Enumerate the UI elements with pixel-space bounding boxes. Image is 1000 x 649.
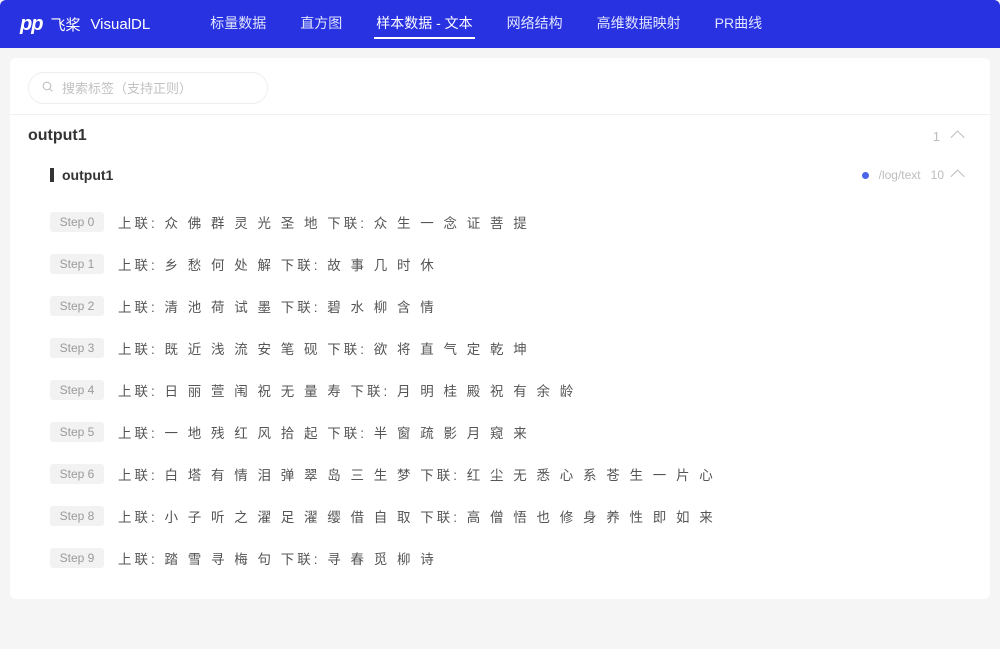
step-row: Step 9 上联: 踏 雪 寻 梅 句 下联: 寻 春 觅 柳 诗	[50, 537, 972, 579]
sub-right: /log/text 10	[862, 168, 964, 182]
step-row: Step 6 上联: 白 塔 有 情 泪 弹 翠 岛 三 生 梦 下联: 红 尘 …	[50, 453, 972, 495]
step-row: Step 0 上联: 众 佛 群 灵 光 圣 地 下联: 众 生 一 念 证 菩 …	[50, 201, 972, 243]
sub-title: output1	[62, 167, 113, 183]
step-badge: Step 6	[50, 464, 104, 484]
step-badge: Step 3	[50, 338, 104, 358]
panel-count: 1	[933, 129, 940, 144]
chevron-up-icon[interactable]	[951, 169, 965, 183]
step-badge: Step 1	[50, 254, 104, 274]
step-text: 上联: 踏 雪 寻 梅 句 下联: 寻 春 觅 柳 诗	[118, 548, 437, 568]
step-row: Step 4 上联: 日 丽 萱 闱 祝 无 量 寿 下联: 月 明 桂 殿 祝 …	[50, 369, 972, 411]
panel-title: output1	[28, 127, 87, 145]
sub-left: output1	[50, 167, 113, 183]
step-badge: Step 9	[50, 548, 104, 568]
step-badge: Step 4	[50, 380, 104, 400]
nav-item-5[interactable]: PR曲线	[713, 9, 764, 39]
main-panel: output1 1 output1 /log/text 10 Step 0 上联:…	[10, 58, 990, 599]
steps-list: Step 0 上联: 众 佛 群 灵 光 圣 地 下联: 众 生 一 念 证 菩 …	[10, 193, 990, 599]
nav-item-4[interactable]: 高维数据映射	[595, 9, 683, 39]
step-text: 上联: 乡 愁 何 处 解 下联: 故 事 几 时 休	[118, 254, 437, 274]
sample-sub-header[interactable]: output1 /log/text 10	[10, 157, 990, 193]
logo-en: VisualDL	[90, 16, 150, 33]
step-row: Step 5 上联: 一 地 残 红 风 拾 起 下联: 半 窗 疏 影 月 窥 …	[50, 411, 972, 453]
run-label: /log/text	[879, 168, 921, 182]
nav-item-3[interactable]: 网络结构	[505, 9, 565, 39]
step-text: 上联: 白 塔 有 情 泪 弹 翠 岛 三 生 梦 下联: 红 尘 无 悉 心 …	[118, 464, 716, 484]
step-row: Step 3 上联: 既 近 浅 流 安 笔 砚 下联: 欲 将 直 气 定 乾 …	[50, 327, 972, 369]
chevron-up-icon[interactable]	[951, 130, 965, 144]
nav-item-2[interactable]: 样本数据 - 文本	[374, 9, 474, 39]
panel-header-right: 1	[933, 129, 964, 144]
step-text: 上联: 一 地 残 红 风 拾 起 下联: 半 窗 疏 影 月 窥 来	[118, 422, 530, 442]
step-text: 上联: 清 池 荷 试 墨 下联: 碧 水 柳 含 情	[118, 296, 437, 316]
paddle-logo-icon: pp	[20, 13, 42, 36]
nav-item-1[interactable]: 直方图	[298, 9, 344, 39]
run-dot-icon	[862, 172, 869, 179]
nav-item-0[interactable]: 标量数据	[208, 9, 268, 39]
logo-cn: 飞桨	[50, 14, 80, 35]
search-row	[10, 58, 990, 114]
search-input[interactable]	[62, 81, 255, 96]
sub-marker-icon	[50, 168, 54, 182]
step-row: Step 1 上联: 乡 愁 何 处 解 下联: 故 事 几 时 休	[50, 243, 972, 285]
search-icon	[41, 80, 54, 96]
panel-header[interactable]: output1 1	[10, 114, 990, 157]
step-text: 上联: 众 佛 群 灵 光 圣 地 下联: 众 生 一 念 证 菩 提	[118, 212, 530, 232]
search-box[interactable]	[28, 72, 268, 104]
nav-items: 标量数据直方图样本数据 - 文本 网络结构高维数据映射 PR曲线	[208, 9, 764, 39]
logo: pp 飞桨 VisualDL	[20, 13, 150, 36]
step-text: 上联: 日 丽 萱 闱 祝 无 量 寿 下联: 月 明 桂 殿 祝 有 余 龄	[118, 380, 576, 400]
step-text: 上联: 既 近 浅 流 安 笔 砚 下联: 欲 将 直 气 定 乾 坤	[118, 338, 530, 358]
top-nav: pp 飞桨 VisualDL 标量数据直方图样本数据 - 文本 网络结构高维数据映…	[0, 0, 1000, 48]
step-badge: Step 2	[50, 296, 104, 316]
run-value: 10	[931, 168, 944, 182]
step-text: 上联: 小 子 听 之 濯 足 濯 缨 借 自 取 下联: 高 僧 悟 也 修 …	[118, 506, 716, 526]
step-row: Step 2 上联: 清 池 荷 试 墨 下联: 碧 水 柳 含 情	[50, 285, 972, 327]
step-badge: Step 0	[50, 212, 104, 232]
step-badge: Step 5	[50, 422, 104, 442]
step-badge: Step 8	[50, 506, 104, 526]
step-row: Step 8 上联: 小 子 听 之 濯 足 濯 缨 借 自 取 下联: 高 僧 …	[50, 495, 972, 537]
